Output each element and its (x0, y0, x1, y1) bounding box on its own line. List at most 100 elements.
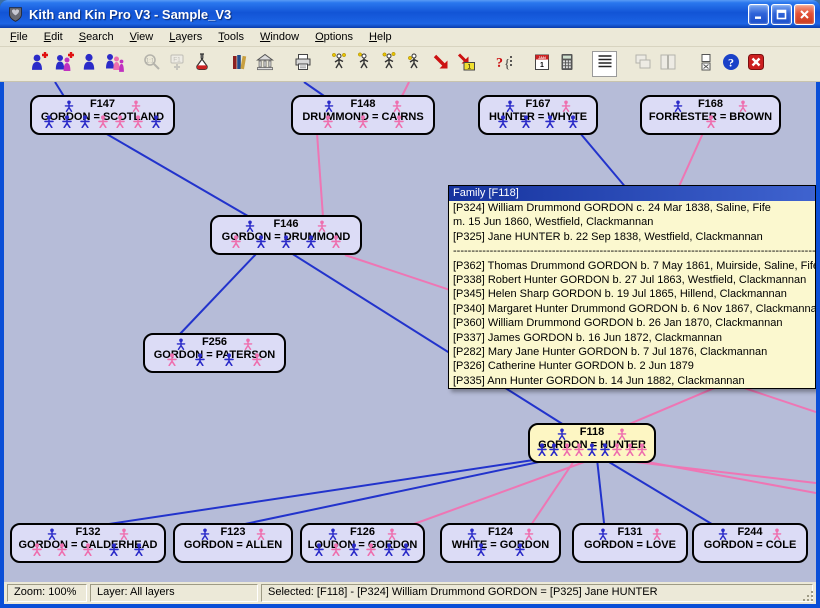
menu-search[interactable]: Search (71, 29, 122, 45)
help-button[interactable]: ? (718, 51, 743, 77)
family-box-F167[interactable]: F167HUNTER = WHYTE (478, 95, 598, 135)
children-row (16, 548, 160, 561)
popup-detail-line: [P335] Ann Hunter GORDON b. 14 Jun 1882,… (449, 374, 815, 388)
popup-detail-line: [P337] James GORDON b. 16 Jun 1872, Clac… (449, 331, 815, 345)
pointer-arrow-icon (431, 52, 451, 77)
svg-text:F1: F1 (173, 56, 181, 63)
family-box-F256[interactable]: F256GORDON = PATERSON (143, 333, 286, 373)
add-person-icon (29, 52, 49, 77)
family-id: F244 (694, 526, 806, 539)
tree-figure-1-icon (331, 52, 351, 77)
child-male-icon (306, 235, 316, 253)
menu-layers[interactable]: Layers (161, 29, 210, 45)
father-icon (673, 99, 682, 117)
svg-text:{: { (504, 55, 510, 70)
children-row (36, 120, 169, 133)
children-row (306, 548, 419, 561)
calendar-button[interactable]: JAN1 (529, 51, 554, 77)
child-male-icon (349, 543, 359, 561)
family-id: F131 (574, 526, 686, 539)
tree-figure-3-button[interactable] (378, 51, 403, 77)
popup-detail-line: [P324] William Drummond GORDON c. 24 Mar… (449, 201, 815, 215)
family-box-F148[interactable]: F148DRUMMOND = CAIRNS (291, 95, 435, 135)
title-bar[interactable]: Kith and Kin Pro V3 - Sample_V3 (0, 0, 820, 28)
menu-window[interactable]: Window (252, 29, 307, 45)
child-male-icon (545, 115, 555, 133)
child-female-icon (83, 543, 93, 561)
menu-edit[interactable]: Edit (36, 29, 71, 45)
exit-button[interactable] (743, 51, 768, 77)
calculator-button[interactable] (554, 51, 579, 77)
family-box-F126[interactable]: F126LOUDON = GORDON (300, 523, 425, 563)
minimize-button[interactable] (748, 4, 769, 25)
child-female-icon (252, 353, 262, 371)
menu-help[interactable]: Help (361, 29, 400, 45)
add-person-button[interactable] (26, 51, 51, 77)
children-row (149, 358, 280, 371)
archive-bank-button[interactable] (252, 51, 277, 77)
close-button[interactable] (794, 4, 815, 25)
child-female-icon (133, 115, 143, 133)
maximize-button[interactable] (771, 4, 792, 25)
tree-figure-4-button[interactable] (403, 51, 428, 77)
family-info-popup: Family [F118] [P324] William Drummond GO… (448, 185, 816, 389)
family-box-F168[interactable]: F168FORRESTER = BROWN (640, 95, 781, 135)
chart-canvas[interactable]: F147GORDON = SCOTLAND F148DRUMMOND = CAIR… (4, 82, 816, 582)
child-female-icon (331, 543, 341, 561)
app-window: Kith and Kin Pro V3 - Sample_V3 FileEdit… (0, 0, 820, 608)
child-male-icon (151, 115, 161, 133)
family-id: F124 (442, 526, 559, 539)
svg-text:JAN: JAN (538, 55, 546, 59)
child-female-icon (625, 443, 635, 461)
menu-tools[interactable]: Tools (210, 29, 252, 45)
context-help-button[interactable]: ?{ (491, 51, 516, 77)
find-family-icon: F1 (167, 52, 187, 77)
family-box-F123[interactable]: F123GORDON = ALLEN (173, 523, 293, 563)
pointer-arrow-button[interactable] (428, 51, 453, 77)
popup-detail-line: [P325] Jane HUNTER b. 22 Sep 1838, Westf… (449, 230, 815, 244)
add-family-icon (54, 52, 74, 77)
toggle-boxes-button[interactable] (693, 51, 718, 77)
print-button[interactable] (290, 51, 315, 77)
father-icon (177, 337, 186, 355)
view-person-button[interactable] (76, 51, 101, 77)
child-male-icon (314, 543, 324, 561)
status-layer: Layer: All layers (90, 584, 258, 602)
help-icon: ? (721, 52, 741, 77)
add-family-button[interactable] (51, 51, 76, 77)
svg-text:1: 1 (467, 63, 471, 70)
family-box-F124[interactable]: F124WHITE = GORDON (440, 523, 561, 563)
tree-figure-1-button[interactable] (328, 51, 353, 77)
status-bar: Zoom: 100% Layer: All layers Selected: [… (4, 582, 816, 604)
family-box-F146[interactable]: F146GORDON = DRUMMOND (210, 215, 362, 255)
utilities-flask-button[interactable] (189, 51, 214, 77)
popup-detail-line: [P340] Margaret Hunter Drummond GORDON b… (449, 302, 815, 316)
children-row (534, 448, 650, 461)
menu-view[interactable]: View (122, 29, 162, 45)
menu-options[interactable]: Options (307, 29, 361, 45)
report-lines-button[interactable] (592, 51, 617, 77)
family-box-F244[interactable]: F244GORDON = COLE (692, 523, 808, 563)
children-row (698, 548, 802, 561)
tree-figure-2-button[interactable] (353, 51, 378, 77)
father-icon (599, 527, 608, 545)
family-box-F147[interactable]: F147GORDON = SCOTLAND (30, 95, 175, 135)
maximize-icon (776, 9, 787, 20)
child-female-icon (323, 115, 333, 133)
tree-figure-4-icon (406, 52, 426, 77)
family-box-F118[interactable]: F118GORDON = HUNTER (528, 423, 656, 463)
child-male-icon (62, 115, 72, 133)
goto-marker-button[interactable]: 1 (453, 51, 478, 77)
family-box-F132[interactable]: F132GORDON = CALDERHEAD (10, 523, 166, 563)
window-title: Kith and Kin Pro V3 - Sample_V3 (29, 7, 746, 22)
father-icon (246, 219, 255, 237)
family-box-F131[interactable]: F131GORDON = LOVE (572, 523, 688, 563)
popup-detail-line: m. 15 Jun 1860, Westfield, Clackmannan (449, 215, 815, 229)
app-logo-icon (7, 6, 24, 23)
menu-file[interactable]: File (2, 29, 36, 45)
view-family-button[interactable] (101, 51, 126, 77)
source-library-icon (230, 52, 250, 77)
resize-grip[interactable] (801, 589, 815, 603)
father-icon (201, 527, 210, 545)
source-library-button[interactable] (227, 51, 252, 77)
